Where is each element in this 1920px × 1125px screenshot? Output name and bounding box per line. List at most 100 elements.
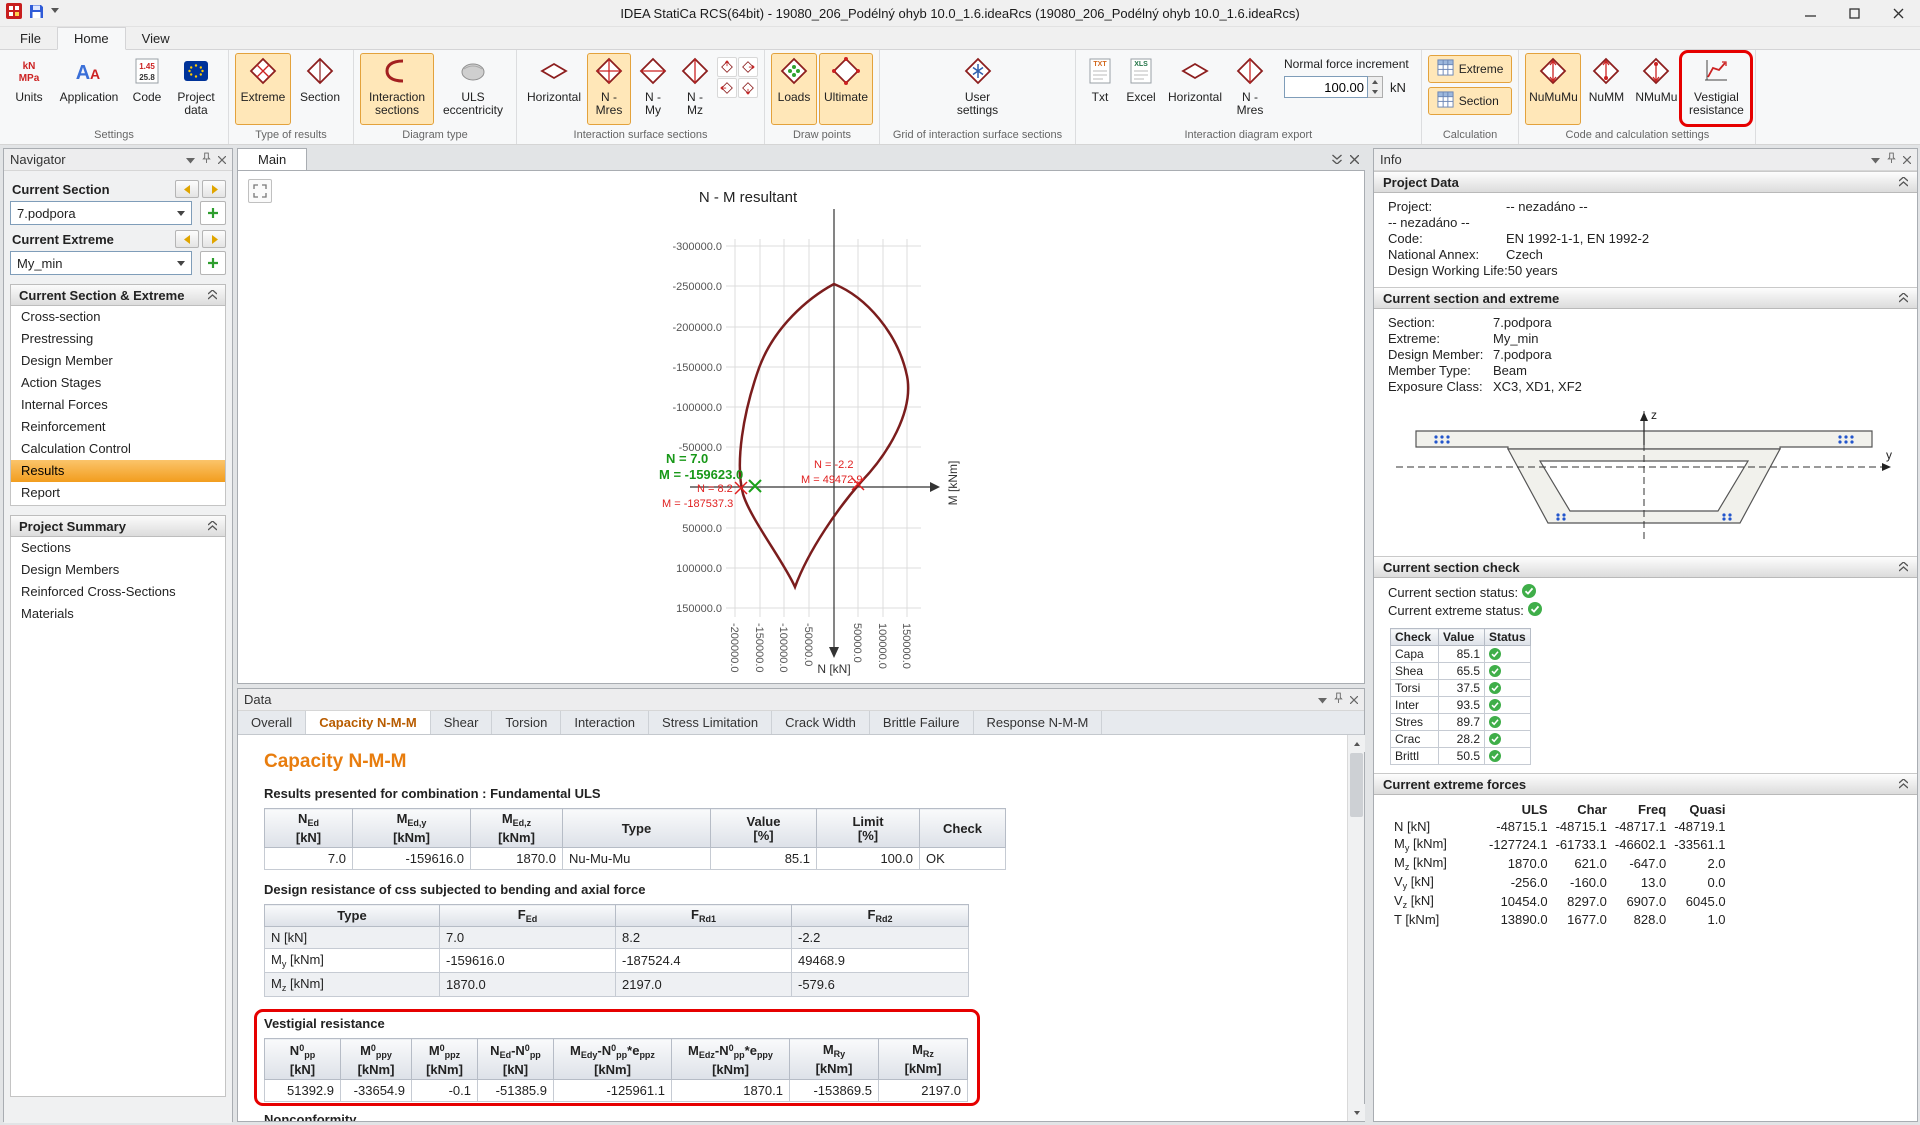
maximize-button[interactable]: [1832, 0, 1876, 27]
calculate-extreme-button[interactable]: Extreme: [1428, 55, 1513, 83]
units-button[interactable]: kNMPa Units: [6, 53, 52, 125]
tab-home[interactable]: Home: [57, 27, 126, 50]
tab-overall[interactable]: Overall: [238, 711, 306, 734]
y-axis-label: y: [1886, 448, 1892, 462]
close-panel-icon[interactable]: [1350, 692, 1358, 707]
cell: -48715.1: [1485, 818, 1552, 835]
add-section-button[interactable]: [200, 201, 226, 225]
tab-interaction[interactable]: Interaction: [561, 711, 649, 734]
header-cell: NEd[kN]: [265, 809, 353, 848]
numumu-button[interactable]: NuMuMu: [1525, 53, 1581, 125]
nav-item-materials[interactable]: Materials: [11, 603, 225, 625]
tab-torsion[interactable]: Torsion: [492, 711, 561, 734]
tab-capacity-nmm[interactable]: Capacity N-M-M: [306, 711, 431, 734]
current-section-check-header[interactable]: Current section check: [1374, 556, 1917, 578]
pin-icon[interactable]: [1334, 692, 1343, 707]
increment-spinner[interactable]: [1368, 76, 1383, 98]
n-my-section-button[interactable]: N - My: [633, 53, 673, 125]
interaction-sections-button[interactable]: Interaction sections: [360, 53, 434, 125]
y-tick-label: -250000.0: [672, 281, 722, 293]
application-button[interactable]: AA Application: [54, 53, 124, 125]
nav-item-sections[interactable]: Sections: [11, 537, 225, 559]
table-row: 51392.9 -33654.9 -0.1 -51385.9 -125961.1…: [265, 1080, 968, 1102]
export-excel-button[interactable]: XLS Excel: [1120, 53, 1162, 125]
n-mres-section-button[interactable]: N - Mres: [587, 53, 631, 125]
tab-shear[interactable]: Shear: [431, 711, 493, 734]
panel-menu-chevron-icon[interactable]: [1318, 692, 1327, 707]
next-extreme-button[interactable]: [202, 230, 226, 248]
spinner-up-icon[interactable]: [1368, 77, 1382, 87]
pin-icon[interactable]: [1887, 152, 1896, 167]
section-results-button[interactable]: Section: [293, 53, 347, 125]
normal-force-increment-input[interactable]: [1284, 76, 1368, 98]
rotate-section-right-button[interactable]: [738, 57, 758, 77]
project-data-button[interactable]: Project data: [170, 53, 222, 125]
expand-down-icon[interactable]: [1332, 152, 1342, 167]
y-tick-label: -100000.0: [672, 402, 722, 414]
rotate-section-up-button[interactable]: [717, 57, 737, 77]
nav-item-internal-forces[interactable]: Internal Forces: [11, 394, 225, 416]
nav-item-results[interactable]: Results: [11, 460, 225, 482]
nav-item-design-member[interactable]: Design Member: [11, 350, 225, 372]
rotate-section-left-button[interactable]: [717, 78, 737, 98]
scroll-thumb[interactable]: [1350, 753, 1363, 817]
panel-menu-chevron-icon[interactable]: [1871, 152, 1880, 167]
data-vertical-scrollbar[interactable]: [1347, 735, 1364, 1121]
scroll-down-icon[interactable]: [1348, 1104, 1365, 1121]
minimize-button[interactable]: [1788, 0, 1832, 27]
tab-file[interactable]: File: [4, 28, 57, 49]
calculate-section-button[interactable]: Section: [1428, 87, 1513, 115]
table-grid-icon: [1437, 91, 1454, 111]
previous-section-button[interactable]: [175, 180, 199, 198]
n-mz-section-button[interactable]: N - Mz: [675, 53, 715, 125]
tab-main[interactable]: Main: [237, 148, 307, 170]
nav-item-cross-section[interactable]: Cross-section: [11, 306, 225, 328]
scroll-up-icon[interactable]: [1348, 735, 1365, 752]
tab-response-nmm[interactable]: Response N-M-M: [974, 711, 1103, 734]
current-extreme-dropdown[interactable]: My_min: [10, 251, 192, 275]
loads-points-button[interactable]: Loads: [771, 53, 817, 125]
close-tab-icon[interactable]: [1350, 152, 1359, 167]
spinner-down-icon[interactable]: [1368, 87, 1382, 97]
nav-item-reinforced-cross-sections[interactable]: Reinforced Cross-Sections: [11, 581, 225, 603]
code-button[interactable]: 1.4525.8 Code: [126, 53, 168, 125]
nav-item-design-members[interactable]: Design Members: [11, 559, 225, 581]
close-button[interactable]: [1876, 0, 1920, 27]
user-settings-button[interactable]: User settings: [949, 53, 1007, 125]
export-horizontal-button[interactable]: Horizontal: [1164, 53, 1226, 125]
close-panel-icon[interactable]: [1903, 152, 1911, 167]
numm-button[interactable]: NuMM: [1583, 53, 1629, 125]
current-section-extreme-header[interactable]: Current section and extreme: [1374, 287, 1917, 309]
rotate-section-down-button[interactable]: [738, 78, 758, 98]
tab-stress-limitation[interactable]: Stress Limitation: [649, 711, 772, 734]
uls-eccentricity-button[interactable]: ULS eccentricity: [436, 53, 510, 125]
next-section-button[interactable]: [202, 180, 226, 198]
current-extreme-forces-header[interactable]: Current extreme forces: [1374, 773, 1917, 795]
add-extreme-button[interactable]: [200, 251, 226, 275]
nav-item-action-stages[interactable]: Action Stages: [11, 372, 225, 394]
pin-icon[interactable]: [202, 152, 211, 167]
nmumu-button[interactable]: NMuMu: [1631, 53, 1681, 125]
project-summary-group-header[interactable]: Project Summary: [10, 515, 226, 537]
extreme-results-button[interactable]: Extreme: [235, 53, 291, 125]
export-txt-button[interactable]: TXT Txt: [1082, 53, 1118, 125]
nav-item-prestressing[interactable]: Prestressing: [11, 328, 225, 350]
cell: -647.0: [1611, 854, 1670, 873]
panel-menu-chevron-icon[interactable]: [186, 152, 195, 167]
close-panel-icon[interactable]: [218, 152, 226, 167]
horizontal-section-button[interactable]: Horizontal: [523, 53, 585, 125]
nav-item-calculation-control[interactable]: Calculation Control: [11, 438, 225, 460]
ultimate-points-button[interactable]: Ultimate: [819, 53, 873, 125]
info-panel-title: Info: [1380, 152, 1871, 167]
previous-extreme-button[interactable]: [175, 230, 199, 248]
tab-crack-width[interactable]: Crack Width: [772, 711, 870, 734]
nav-item-reinforcement[interactable]: Reinforcement: [11, 416, 225, 438]
tab-view[interactable]: View: [126, 28, 186, 49]
section-extreme-group-header[interactable]: Current Section & Extreme: [10, 284, 226, 306]
current-section-dropdown[interactable]: 7.podpora: [10, 201, 192, 225]
vestigial-resistance-button[interactable]: Vestigial resistance: [1683, 53, 1749, 125]
nav-item-report[interactable]: Report: [11, 482, 225, 504]
project-data-header[interactable]: Project Data: [1374, 171, 1917, 193]
export-n-mres-button[interactable]: N - Mres: [1228, 53, 1272, 125]
tab-brittle-failure[interactable]: Brittle Failure: [870, 711, 974, 734]
